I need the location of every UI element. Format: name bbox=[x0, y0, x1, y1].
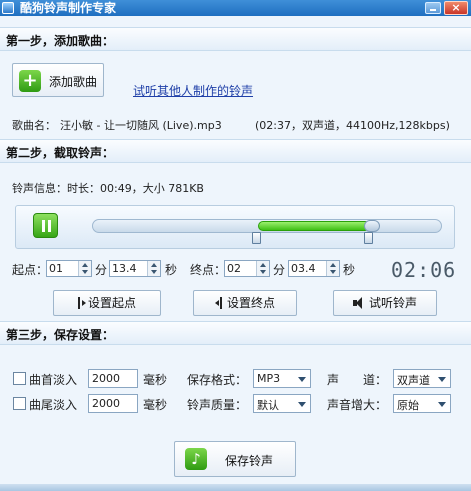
add-song-button[interactable]: + 添加歌曲 bbox=[12, 63, 104, 97]
quality-label: 铃声质量： bbox=[187, 398, 248, 412]
step2-title: 第二步，截取铃声： bbox=[6, 146, 115, 160]
set-end-button[interactable]: 设置终点 bbox=[193, 290, 297, 316]
save-ringtone-button[interactable]: ♪ 保存铃声 bbox=[174, 441, 296, 477]
set-end-label: 设置终点 bbox=[226, 296, 275, 310]
set-start-button[interactable]: 设置起点 bbox=[53, 290, 161, 316]
up-arrow-icon[interactable] bbox=[82, 263, 88, 267]
start-sec-stepper[interactable]: 13.4 bbox=[109, 260, 161, 277]
channel-select[interactable]: 双声道 bbox=[393, 369, 451, 388]
pause-icon-left bbox=[42, 220, 45, 232]
song-name-value: 汪小敏 - 让一切随风 (Live).mp3 bbox=[60, 119, 222, 132]
end-label: 终点： bbox=[190, 263, 227, 277]
fade-out-input[interactable]: 2000 bbox=[88, 394, 138, 413]
step2-header: 第二步，截取铃声： bbox=[0, 139, 471, 163]
ringtone-info: 铃声信息：时长：00:49，大小 781KB bbox=[12, 182, 204, 195]
preview-button[interactable]: 试听铃声 bbox=[333, 290, 437, 316]
window-title: 酷狗铃声制作专家 bbox=[20, 1, 117, 15]
fade-in-checkbox[interactable] bbox=[13, 372, 26, 385]
down-arrow-icon[interactable] bbox=[82, 270, 88, 274]
start-sec-value: 13.4 bbox=[112, 262, 137, 275]
title-bar: 酷狗铃声制作专家 × bbox=[0, 0, 471, 16]
volume-select[interactable]: 原始 bbox=[393, 394, 451, 413]
volume-label: 声音增大： bbox=[327, 398, 388, 412]
end-sec-value: 03.4 bbox=[291, 262, 316, 275]
step3-title: 第三步，保存设置： bbox=[6, 328, 115, 342]
fade-in-label: 曲首淡入 bbox=[29, 373, 78, 387]
set-end-icon bbox=[214, 297, 223, 309]
end-sec-stepper[interactable]: 03.4 bbox=[288, 260, 340, 277]
app-icon bbox=[2, 2, 14, 14]
down-arrow-icon[interactable] bbox=[330, 270, 336, 274]
start-label: 起点： bbox=[12, 263, 49, 277]
song-name-label: 歌曲名： bbox=[12, 119, 56, 132]
save-ringtone-label: 保存铃声 bbox=[225, 454, 274, 468]
channel-label: 声 道： bbox=[327, 373, 388, 387]
add-song-label: 添加歌曲 bbox=[49, 75, 98, 89]
up-arrow-icon[interactable] bbox=[260, 263, 266, 267]
close-button[interactable]: × bbox=[444, 1, 468, 15]
end-sec-arrows[interactable] bbox=[326, 261, 339, 276]
preview-label: 试听铃声 bbox=[368, 296, 417, 310]
step3-header: 第三步，保存设置： bbox=[0, 321, 471, 345]
start-min-arrows[interactable] bbox=[78, 261, 91, 276]
start-min-value: 01 bbox=[49, 262, 63, 275]
end-min-arrows[interactable] bbox=[256, 261, 269, 276]
set-start-label: 设置起点 bbox=[87, 296, 136, 310]
selection-track[interactable] bbox=[92, 219, 442, 233]
chevron-down-icon[interactable] bbox=[438, 377, 446, 382]
speaker-icon bbox=[352, 297, 365, 309]
start-min-unit: 分 bbox=[95, 263, 108, 277]
range-end-knob[interactable] bbox=[363, 220, 380, 232]
end-min-unit: 分 bbox=[273, 263, 286, 277]
start-min-stepper[interactable]: 01 bbox=[46, 260, 92, 277]
fade-in-unit: 毫秒 bbox=[143, 373, 168, 387]
listen-others-link[interactable]: 试听其他人制作的铃声 bbox=[133, 82, 253, 99]
step1-title: 第一步，添加歌曲： bbox=[6, 34, 115, 48]
pause-icon-right bbox=[48, 220, 51, 232]
fade-out-unit: 毫秒 bbox=[143, 398, 168, 412]
duration-clock: 02:06 bbox=[391, 258, 457, 282]
step1-header: 第一步，添加歌曲： bbox=[0, 27, 471, 51]
fade-out-checkbox[interactable] bbox=[13, 397, 26, 410]
end-handle[interactable] bbox=[363, 232, 373, 244]
end-min-value: 02 bbox=[227, 262, 241, 275]
end-sec-unit: 秒 bbox=[343, 263, 356, 277]
fade-in-input[interactable]: 2000 bbox=[88, 369, 138, 388]
pause-button[interactable] bbox=[33, 213, 58, 238]
up-arrow-icon[interactable] bbox=[330, 263, 336, 267]
volume-value: 原始 bbox=[397, 399, 419, 412]
fade-out-label: 曲尾淡入 bbox=[29, 398, 78, 412]
add-icon: + bbox=[19, 70, 41, 92]
music-note-icon: ♪ bbox=[185, 448, 207, 470]
down-arrow-icon[interactable] bbox=[151, 270, 157, 274]
up-arrow-icon[interactable] bbox=[151, 263, 157, 267]
format-value: MP3 bbox=[257, 372, 281, 385]
chevron-down-icon[interactable] bbox=[298, 377, 306, 382]
start-sec-arrows[interactable] bbox=[147, 261, 160, 276]
format-label: 保存格式： bbox=[187, 373, 248, 387]
selection-range[interactable] bbox=[257, 221, 370, 231]
channel-value: 双声道 bbox=[397, 374, 430, 387]
down-arrow-icon[interactable] bbox=[260, 270, 266, 274]
start-handle[interactable] bbox=[251, 232, 261, 244]
quality-select[interactable]: 默认 bbox=[253, 394, 311, 413]
set-start-icon bbox=[77, 297, 86, 309]
minimize-button[interactable] bbox=[425, 2, 441, 14]
chevron-down-icon[interactable] bbox=[438, 402, 446, 407]
chevron-down-icon[interactable] bbox=[298, 402, 306, 407]
end-min-stepper[interactable]: 02 bbox=[224, 260, 270, 277]
song-info: (02:37，双声道，44100Hz,128kbps) bbox=[255, 119, 450, 132]
start-sec-unit: 秒 bbox=[165, 263, 178, 277]
quality-value: 默认 bbox=[257, 399, 279, 412]
bottom-border bbox=[0, 484, 471, 491]
format-select[interactable]: MP3 bbox=[253, 369, 311, 388]
